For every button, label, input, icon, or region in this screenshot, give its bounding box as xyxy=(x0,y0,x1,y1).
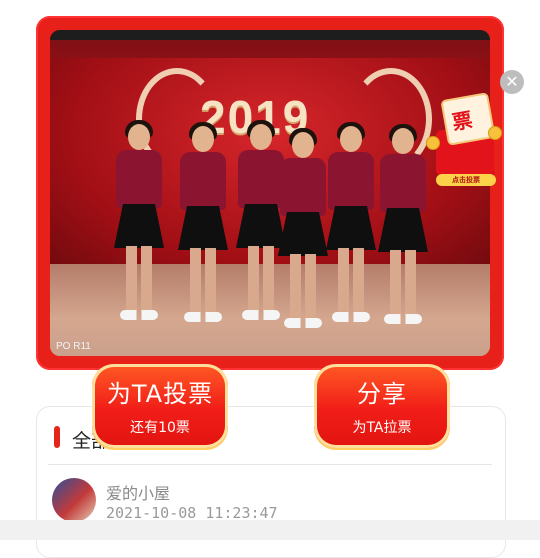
divider xyxy=(48,464,492,465)
close-icon[interactable]: ✕ xyxy=(500,70,524,94)
ticket-icon: 票 xyxy=(440,92,496,146)
photo-topbar xyxy=(50,30,490,40)
vote-gift-widget[interactable]: 票 点击投票 xyxy=(426,92,506,192)
section-accent-bar xyxy=(54,426,60,448)
vote-button[interactable]: 为TA投票 还有10票 xyxy=(92,364,228,448)
share-button[interactable]: 分享 为TA拉票 xyxy=(314,364,450,448)
ticket-label: 票 xyxy=(450,107,475,135)
avatar[interactable] xyxy=(52,478,96,522)
remaining-votes: 还有10票 xyxy=(130,420,190,436)
camera-watermark: PO R11 xyxy=(56,341,91,352)
coin-icon xyxy=(426,136,440,150)
coin-icon xyxy=(488,126,502,140)
share-canvass-label: 为TA拉票 xyxy=(352,420,412,436)
dance-photo: 2019 PO R11 xyxy=(50,30,490,356)
bottom-bar xyxy=(0,520,540,540)
share-button-label: 分享 xyxy=(357,380,407,408)
user-name: 爱的小屋 xyxy=(106,484,171,503)
click-vote-pill[interactable]: 点击投票 xyxy=(436,174,496,186)
photo-card: 2019 PO R11 xyxy=(36,16,504,370)
vote-button-label: 为TA投票 xyxy=(106,380,214,408)
